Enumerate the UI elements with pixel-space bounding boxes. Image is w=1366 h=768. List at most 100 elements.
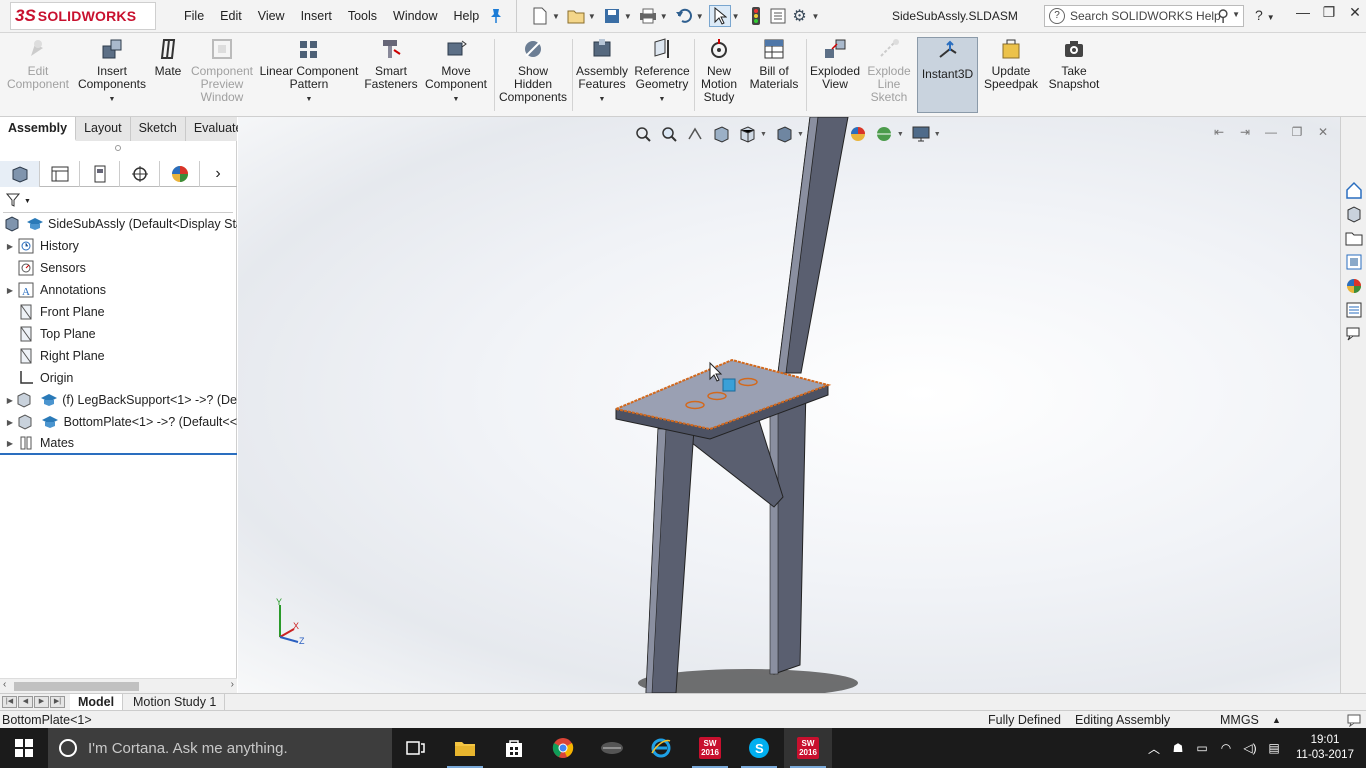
tree-item-bottomplate[interactable]: ▶ BottomPlate<1> ->? (Default<< [0, 411, 237, 433]
menu-help[interactable]: Help [446, 9, 488, 23]
appearances-icon[interactable] [1342, 275, 1366, 297]
expand-arrow-icon[interactable]: ▶ [4, 418, 16, 427]
menu-tools[interactable]: Tools [340, 9, 385, 23]
scroll-right-icon[interactable]: › [231, 679, 234, 690]
print-icon[interactable] [637, 5, 659, 27]
tree-item-front-plane[interactable]: Front Plane [0, 301, 237, 323]
minimize-window-icon[interactable]: — [1290, 4, 1316, 21]
save-dropdown-icon[interactable]: ▼ [624, 12, 632, 21]
units-dropdown-icon[interactable]: ▲ [1272, 715, 1281, 725]
move-component-dropdown-icon[interactable]: ▼ [453, 93, 460, 106]
scroll-left-icon[interactable]: ‹ [3, 679, 6, 690]
menu-edit[interactable]: Edit [212, 9, 250, 23]
solidworks-active-taskbar-icon[interactable]: SW 2016 [784, 728, 832, 768]
wifi-icon[interactable]: ◠ [1214, 741, 1238, 755]
volume-icon[interactable]: ◁) [1238, 741, 1262, 755]
custom-properties-icon[interactable] [1342, 299, 1366, 321]
tree-item-mates[interactable]: ▶ Mates [0, 433, 237, 455]
assembly-features-dropdown-icon[interactable]: ▼ [599, 93, 606, 106]
expand-arrow-icon[interactable]: ▶ [4, 439, 16, 448]
open-dropdown-icon[interactable]: ▼ [588, 12, 596, 21]
reference-geometry-button[interactable]: Reference Geometry ▼ [632, 35, 692, 115]
tree-item-legbacksupport[interactable]: ▶ (f) LegBackSupport<1> ->? (De [0, 389, 237, 411]
expand-arrow-icon[interactable]: ▶ [4, 396, 16, 405]
help-menu-icon[interactable]: ? ▼ [1255, 7, 1275, 23]
reference-geometry-dropdown-icon[interactable]: ▼ [659, 93, 666, 106]
bill-of-materials-button[interactable]: Bill of Materials [746, 35, 802, 115]
menu-file[interactable]: File [176, 9, 212, 23]
solidworks-2016-taskbar-icon[interactable]: SW 2016 [686, 728, 734, 768]
update-speedpak-button[interactable]: Update Speedpak [982, 35, 1040, 115]
design-library-icon[interactable] [1342, 203, 1366, 225]
menu-view[interactable]: View [250, 9, 293, 23]
tab-assembly[interactable]: Assembly [0, 117, 77, 141]
prev-tab-icon[interactable]: ◀ [18, 696, 33, 708]
store-taskbar-icon[interactable] [490, 728, 538, 768]
print-dropdown-icon[interactable]: ▼ [660, 12, 668, 21]
file-explorer-icon[interactable] [1342, 227, 1366, 249]
tree-item-annotations[interactable]: ▶ A Annotations [0, 279, 237, 301]
last-tab-icon[interactable]: ▶| [50, 696, 65, 708]
mate-button[interactable]: Mate [150, 35, 186, 115]
expand-arrow-icon[interactable]: ▶ [4, 286, 16, 295]
linear-component-pattern-button[interactable]: Linear Component Pattern ▼ [258, 35, 360, 115]
tab-sketch[interactable]: Sketch [131, 117, 186, 141]
explode-line-sketch-button[interactable]: Explode Line Sketch [864, 35, 914, 115]
instant3d-button[interactable]: Instant3D [917, 37, 978, 113]
component-preview-button[interactable]: Component Preview Window [188, 35, 256, 115]
smart-fasteners-button[interactable]: Smart Fasteners [364, 35, 418, 115]
search-dropdown-icon[interactable]: ▼ [1232, 10, 1240, 19]
tree-item-root-assembly[interactable]: SideSubAssly (Default<Display Stat [0, 213, 237, 235]
undo-icon[interactable] [673, 5, 695, 27]
help-search-input[interactable]: ? Search SOLIDWORKS Help ⚲ ▼ [1044, 5, 1244, 27]
insert-components-dropdown-icon[interactable]: ▼ [109, 93, 116, 106]
action-center-icon[interactable]: ▤ [1262, 741, 1286, 755]
options-dropdown-icon[interactable]: ▼ [812, 12, 820, 21]
rebuild-traffic-light-icon[interactable] [745, 5, 767, 27]
featuremanager-tree-icon[interactable] [0, 161, 40, 187]
panel-horizontal-scrollbar[interactable]: ‹ › [0, 678, 237, 693]
battery-icon[interactable]: ▭ [1190, 741, 1214, 755]
edit-component-button[interactable]: Edit Component [4, 35, 72, 115]
tree-item-sensors[interactable]: Sensors [0, 257, 237, 279]
dimxpert-manager-icon[interactable] [120, 161, 160, 187]
windows-start-button[interactable] [0, 728, 48, 768]
configuration-manager-icon[interactable] [80, 161, 120, 187]
select-dropdown-icon[interactable]: ▼ [732, 12, 740, 21]
tab-layout[interactable]: Layout [76, 117, 131, 141]
next-tab-icon[interactable]: ▶ [34, 696, 49, 708]
view-palette-icon[interactable] [1342, 251, 1366, 273]
tree-item-origin[interactable]: Origin [0, 367, 237, 389]
scrollbar-thumb[interactable] [14, 682, 139, 691]
expand-arrow-icon[interactable]: ▶ [4, 242, 16, 251]
tray-overflow-icon[interactable]: ︿ [1142, 740, 1166, 757]
save-icon[interactable] [601, 5, 623, 27]
assembly-features-button[interactable]: Assembly Features ▼ [575, 35, 629, 115]
internet-explorer-taskbar-icon[interactable] [637, 728, 685, 768]
options-gear-icon[interactable]: ⚙ [789, 5, 811, 27]
move-component-button[interactable]: Move Component ▼ [422, 35, 490, 115]
linear-pattern-dropdown-icon[interactable]: ▼ [306, 93, 313, 106]
property-manager-icon[interactable] [40, 161, 80, 187]
graphics-viewport[interactable]: ▼ ▼ ▼ ▼ ▼ ⇤ ⇥ — ❐ ✕ [238, 117, 1340, 693]
media-app-taskbar-icon[interactable] [588, 728, 636, 768]
solidworks-resources-home-icon[interactable] [1342, 179, 1366, 201]
status-units[interactable]: MMGS [1220, 713, 1259, 727]
chair-3d-model[interactable] [238, 117, 1340, 693]
take-snapshot-button[interactable]: Take Snapshot [1046, 35, 1102, 115]
clock[interactable]: 19:01 11-03-2017 [1292, 733, 1358, 763]
first-tab-icon[interactable]: |◀ [2, 696, 17, 708]
undo-dropdown-icon[interactable]: ▼ [696, 12, 704, 21]
display-manager-icon[interactable] [160, 161, 200, 187]
restore-window-icon[interactable]: ❐ [1316, 4, 1342, 21]
search-icon[interactable]: ⚲ [1217, 6, 1229, 26]
open-folder-icon[interactable] [565, 5, 587, 27]
new-motion-study-button[interactable]: New Motion Study [697, 35, 741, 115]
file-properties-icon[interactable] [767, 5, 789, 27]
new-dropdown-icon[interactable]: ▼ [552, 12, 560, 21]
tree-filter[interactable]: ▼ [3, 191, 233, 213]
panel-grip-handle[interactable] [115, 145, 121, 151]
tab-motion-study-1[interactable]: Motion Study 1 [125, 694, 226, 711]
new-document-icon[interactable] [529, 5, 551, 27]
exploded-view-button[interactable]: Exploded View [808, 35, 862, 115]
